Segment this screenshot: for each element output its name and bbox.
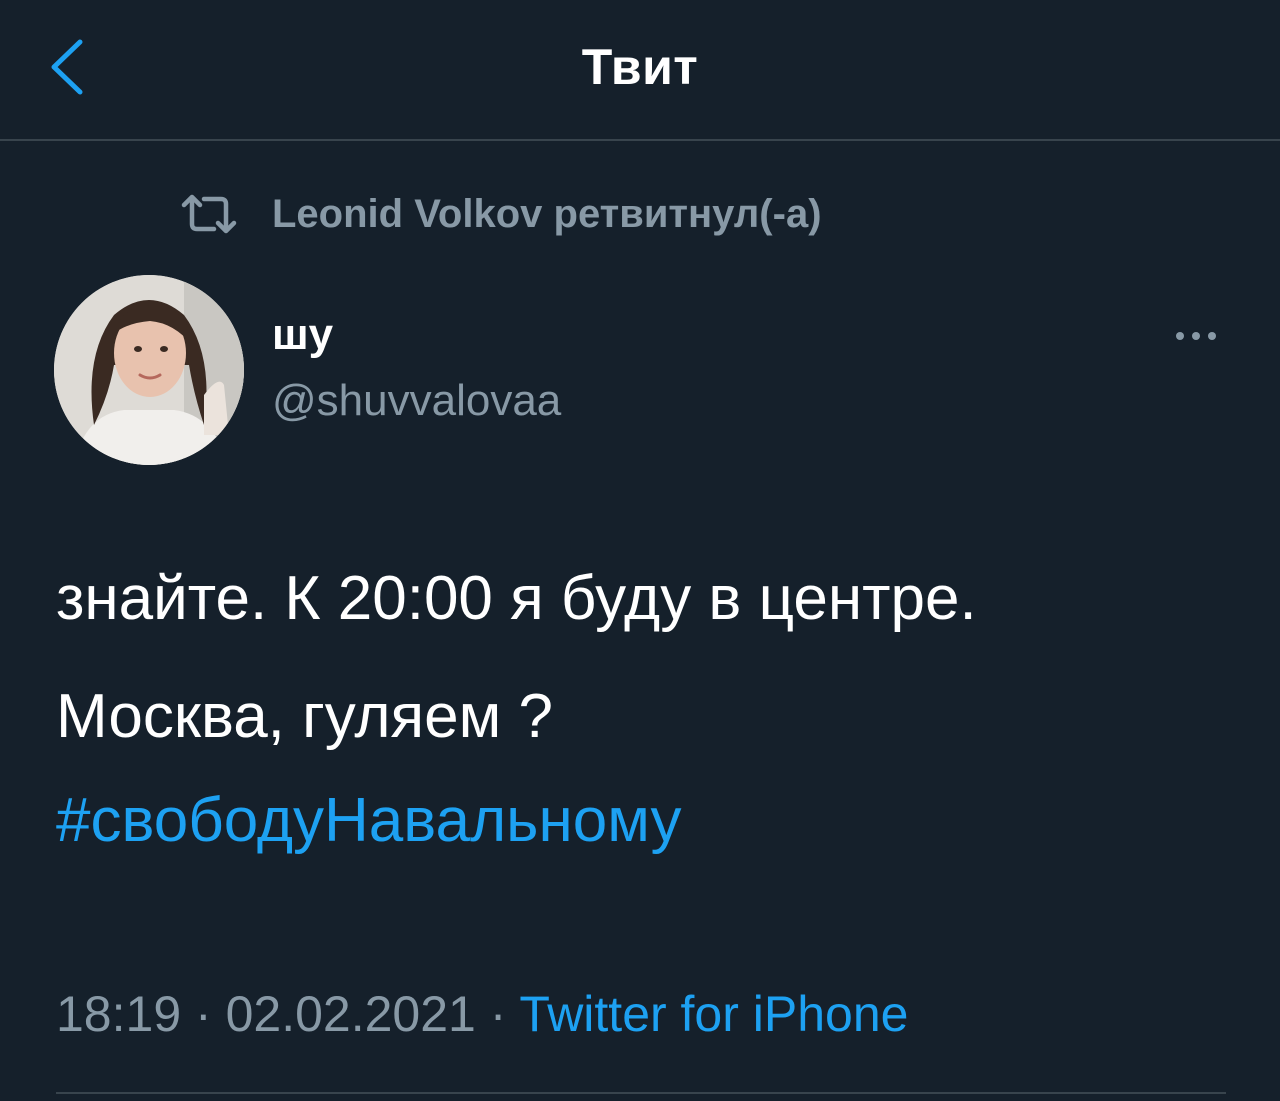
author-display-name[interactable]: шу: [272, 310, 333, 360]
avatar[interactable]: [54, 275, 244, 465]
top-bar: Твит: [0, 0, 1280, 141]
retweet-icon: [176, 191, 242, 237]
hashtag-link[interactable]: #свободуНавальному: [56, 785, 1236, 857]
divider: [56, 1092, 1226, 1094]
retweet-context[interactable]: Leonid Volkov ретвитнул(-а): [176, 189, 822, 239]
more-options-button[interactable]: [1168, 318, 1224, 354]
meta-separator: ·: [195, 986, 212, 1042]
author-handle[interactable]: @shuvvalovaa: [272, 376, 561, 426]
tweet-text-line: знайте. К 20:00 я буду в центре.: [56, 564, 977, 633]
tweet-body: знайте. К 20:00 я буду в центре. Москва,…: [56, 563, 1236, 857]
tweet-time: 18:19: [56, 986, 182, 1042]
page-title: Твит: [581, 39, 699, 95]
tweet-date: 02.02.2021: [225, 986, 476, 1042]
retweet-text: Leonid Volkov ретвитнул(-а): [272, 191, 822, 236]
meta-separator: ·: [489, 986, 507, 1042]
tweet-text-line: Москва, гуляем ?: [56, 682, 553, 751]
more-horizontal-icon: [1176, 332, 1216, 340]
tweet-metadata: 18:19 · 02.02.2021 · Twitter for iPhone: [56, 985, 908, 1043]
tweet-source-link[interactable]: Twitter for iPhone: [519, 986, 908, 1042]
